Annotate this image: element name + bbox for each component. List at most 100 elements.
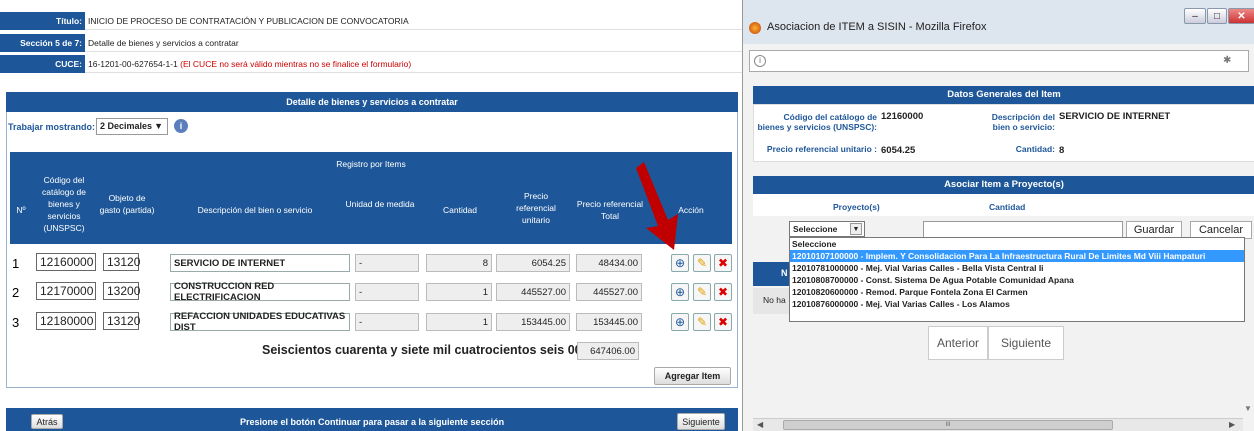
unidad-input[interactable]: - <box>355 254 419 272</box>
codigo-label: Código del catálogo de bienes y servicio… <box>757 112 877 132</box>
chevron-down-icon: ▼ <box>154 121 163 131</box>
unidad-input[interactable]: - <box>355 283 419 301</box>
cantidad-input[interactable] <box>923 221 1123 238</box>
scroll-right-icon[interactable]: ▶ <box>1229 420 1235 429</box>
col-precio-unit: Precio referencial unitario <box>516 191 556 225</box>
firefox-icon <box>749 22 761 34</box>
close-icon[interactable]: ✕ <box>1228 8 1254 24</box>
cantidad-col: Cantidad <box>989 202 1026 212</box>
col-descripcion: Descripción del bien o servicio <box>197 205 313 215</box>
delete-icon[interactable]: ✖ <box>714 313 732 331</box>
decimales-select[interactable]: 2 Decimales ▼ <box>96 118 168 135</box>
descripcion-input[interactable]: CONSTRUCCION RED ELECTRIFICACION <box>170 281 350 303</box>
horizontal-scrollbar[interactable]: ◀ III ▶ <box>753 418 1243 431</box>
trabajar-label: Trabajar mostrando: <box>8 122 96 132</box>
siguiente-button[interactable]: Siguiente <box>677 413 725 430</box>
associate-icon[interactable]: ⊕ <box>671 254 689 272</box>
total-value: 647406.00 <box>577 342 639 360</box>
cantidad-input[interactable]: 1 <box>426 283 492 301</box>
row-number: 1 <box>12 256 20 271</box>
titulo-value: INICIO DE PROCESO DE CONTRATACIÓN Y PUBL… <box>85 12 742 30</box>
col-unidad: Unidad de medida <box>345 199 415 209</box>
dropdown-option[interactable]: 12010876000000 - Mej. Vial Varias Calles… <box>790 298 1244 310</box>
col-objeto: Objeto de gasto (partida) <box>99 193 155 215</box>
col-n: Nº <box>16 205 26 215</box>
col-cantidad: Cantidad <box>442 205 478 215</box>
seccion-value: Detalle de bienes y servicios a contrata… <box>85 34 742 52</box>
cuce-value-wrap: 16-1201-00-627654-1-1 (El CUCE no será v… <box>85 55 742 73</box>
unidad-input[interactable]: - <box>355 313 419 331</box>
cantidad-value: 8 <box>1059 145 1065 156</box>
delete-icon[interactable]: ✖ <box>714 254 732 272</box>
associate-icon[interactable]: ⊕ <box>671 313 689 331</box>
firefox-popup-window: Asociacion de ITEM a SISIN - Mozilla Fir… <box>742 0 1254 431</box>
cuce-value: 16-1201-00-627654-1-1 <box>88 58 178 69</box>
codigo-input[interactable]: 12180000 <box>36 312 96 330</box>
edit-icon[interactable]: ✎ <box>693 254 711 272</box>
maximize-icon[interactable]: □ <box>1207 8 1227 24</box>
items-table-header: Registro por Items Nº Código del catálog… <box>10 152 732 244</box>
table-header-partial: N <box>753 262 793 286</box>
row-number: 3 <box>12 315 20 330</box>
precio-total-value: 48434.00 <box>576 254 642 272</box>
precio-unit-input[interactable]: 6054.25 <box>496 254 570 272</box>
precio-unit-input[interactable]: 445527.00 <box>496 283 570 301</box>
descripcion-input[interactable]: REFACCION UNIDADES EDUCATIVAS DIST <box>170 311 350 333</box>
dropdown-option-highlighted[interactable]: 12010107100000 - Implem. Y Consolidacion… <box>790 250 1244 262</box>
objeto-input[interactable]: 13120 <box>103 253 140 271</box>
dropdown-option[interactable]: Seleccione <box>790 238 1244 250</box>
decimales-value: 2 Decimales <box>100 121 153 131</box>
col-codigo: Código del catálogo de bienes y servicio… <box>42 175 86 233</box>
cuce-warning: (El CUCE no será válido mientras no se f… <box>180 58 412 69</box>
siguiente-page-button[interactable]: Siguiente <box>988 326 1064 360</box>
window-titlebar: Asociacion de ITEM a SISIN - Mozilla Fir… <box>743 0 1254 44</box>
precio-total-value: 445527.00 <box>576 283 642 301</box>
cuce-row: CUCE: 16-1201-00-627654-1-1 (El CUCE no … <box>0 55 742 73</box>
site-info-icon[interactable]: i <box>754 55 766 67</box>
edit-icon[interactable]: ✎ <box>693 283 711 301</box>
objeto-input[interactable]: 13200 <box>103 282 140 300</box>
precio-unit-input[interactable]: 153445.00 <box>496 313 570 331</box>
cantidad-label: Cantidad: <box>1015 144 1055 154</box>
codigo-input[interactable]: 12170000 <box>36 282 96 300</box>
titulo-row: Título: INICIO DE PROCESO DE CONTRATACIÓ… <box>0 12 742 30</box>
descripcion-label: Descripción del bien o servicio: <box>991 112 1055 132</box>
agregar-item-button[interactable]: Agregar Item <box>654 367 731 385</box>
info-icon[interactable]: i <box>174 119 188 133</box>
dropdown-option[interactable]: 12010781000000 - Mej. Vial Varias Calles… <box>790 262 1244 274</box>
proyecto-select[interactable]: Seleccione ▼ <box>789 221 865 237</box>
objeto-input[interactable]: 13120 <box>103 312 140 330</box>
detalle-title: Detalle de bienes y servicios a contrata… <box>6 92 738 112</box>
codigo-input[interactable]: 12160000 <box>36 253 96 271</box>
registro-title: Registro por Items <box>336 159 406 169</box>
empty-table-partial: No ha <box>753 288 793 314</box>
proyecto-dropdown-list: Seleccione 12010107100000 - Implem. Y Co… <box>789 237 1245 322</box>
titulo-label: Título: <box>0 12 85 30</box>
scroll-down-icon[interactable]: ▼ <box>1241 404 1254 418</box>
edit-icon[interactable]: ✎ <box>693 313 711 331</box>
scroll-left-icon[interactable]: ◀ <box>757 420 763 429</box>
dropdown-option[interactable]: 12010808700000 - Const. Sistema De Agua … <box>790 274 1244 286</box>
proyecto-select-value: Seleccione <box>793 224 838 234</box>
minimize-icon[interactable]: – <box>1184 8 1206 24</box>
scroll-thumb[interactable]: III <box>783 420 1113 430</box>
delete-icon[interactable]: ✖ <box>714 283 732 301</box>
url-bar[interactable]: i <box>749 50 1249 72</box>
cantidad-input[interactable]: 1 <box>426 313 492 331</box>
codigo-value: 12160000 <box>881 111 924 122</box>
proyectos-col: Proyecto(s) <box>833 202 880 212</box>
anterior-button[interactable]: Anterior <box>928 326 988 360</box>
seccion-row: Sección 5 de 7: Detalle de bienes y serv… <box>0 34 742 52</box>
associate-icon[interactable]: ⊕ <box>671 283 689 301</box>
precio-total-value: 153445.00 <box>576 313 642 331</box>
precio-value: 6054.25 <box>881 145 916 156</box>
asociar-title: Asociar Item a Proyecto(s) <box>753 176 1254 194</box>
atras-button[interactable]: Atrás <box>31 414 63 429</box>
extension-icon[interactable]: ✱ <box>1223 55 1231 66</box>
contratacion-form: Título: INICIO DE PROCESO DE CONTRATACIÓ… <box>0 0 742 431</box>
cantidad-input[interactable]: 8 <box>426 254 492 272</box>
cuce-label: CUCE: <box>0 55 85 73</box>
descripcion-input[interactable]: SERVICIO DE INTERNET <box>170 254 350 272</box>
seccion-label: Sección 5 de 7: <box>0 34 85 52</box>
dropdown-option[interactable]: 12010820600000 - Remod. Parque Fontela Z… <box>790 286 1244 298</box>
